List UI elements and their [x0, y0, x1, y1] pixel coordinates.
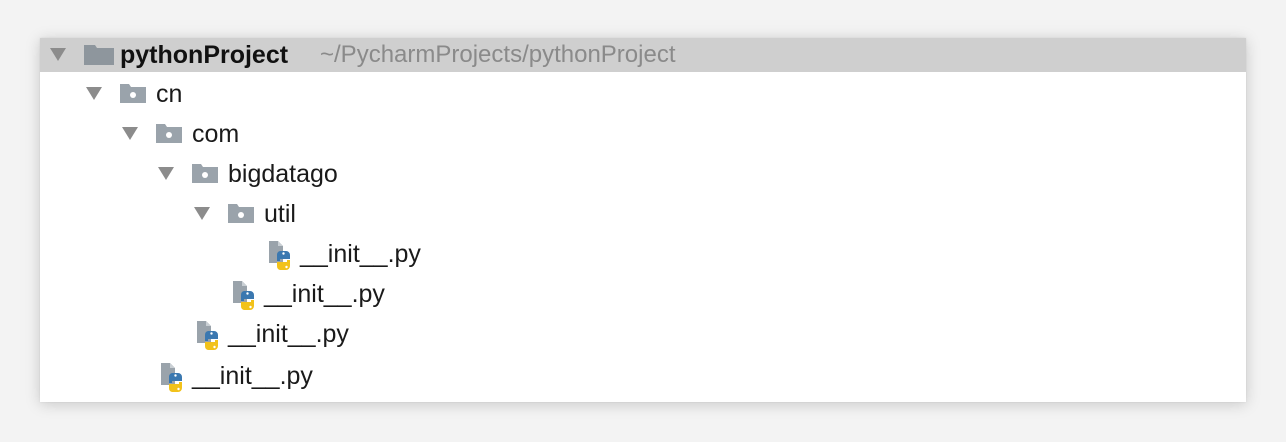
tree-row-file[interactable]: __init__.py: [40, 316, 1246, 356]
folder-icon: [120, 83, 146, 103]
tree-row-folder[interactable]: cn: [40, 76, 1246, 116]
folder-icon: [228, 203, 254, 223]
folder-name: cn: [156, 80, 183, 108]
folder-name: com: [192, 120, 240, 148]
expand-arrow-icon[interactable]: [194, 207, 210, 220]
python-file-icon: [158, 361, 188, 392]
folder-icon: [156, 123, 182, 143]
tree-row-folder[interactable]: bigdatago: [40, 156, 1246, 196]
file-name: __init__.py: [228, 320, 349, 348]
python-file-icon: [230, 279, 260, 310]
python-file-icon: [266, 239, 296, 270]
tree-row-file[interactable]: __init__.py: [40, 358, 1246, 398]
folder-name: util: [264, 200, 296, 228]
file-name: __init__.py: [192, 362, 313, 390]
file-name: __init__.py: [300, 240, 421, 268]
expand-arrow-icon[interactable]: [158, 167, 174, 180]
expand-arrow-icon[interactable]: [50, 48, 66, 61]
python-file-icon: [194, 319, 224, 350]
tree-row-folder[interactable]: util: [40, 196, 1246, 236]
tree-row-folder[interactable]: com: [40, 116, 1246, 156]
expand-arrow-icon[interactable]: [122, 127, 138, 140]
folder-icon: [84, 43, 114, 65]
tree-row-root[interactable]: pythonProject ~/PycharmProjects/pythonPr…: [40, 38, 1246, 72]
file-name: __init__.py: [264, 280, 385, 308]
expand-arrow-icon[interactable]: [86, 87, 102, 100]
folder-icon: [192, 163, 218, 183]
root-folder-path: ~/PycharmProjects/pythonProject: [320, 41, 676, 68]
tree-row-file[interactable]: __init__.py: [40, 236, 1246, 276]
tree-row-file[interactable]: __init__.py: [40, 276, 1246, 316]
folder-name: bigdatago: [228, 160, 338, 188]
root-folder-name: pythonProject: [120, 41, 289, 69]
project-tree-panel: pythonProject ~/PycharmProjects/pythonPr…: [40, 38, 1246, 402]
